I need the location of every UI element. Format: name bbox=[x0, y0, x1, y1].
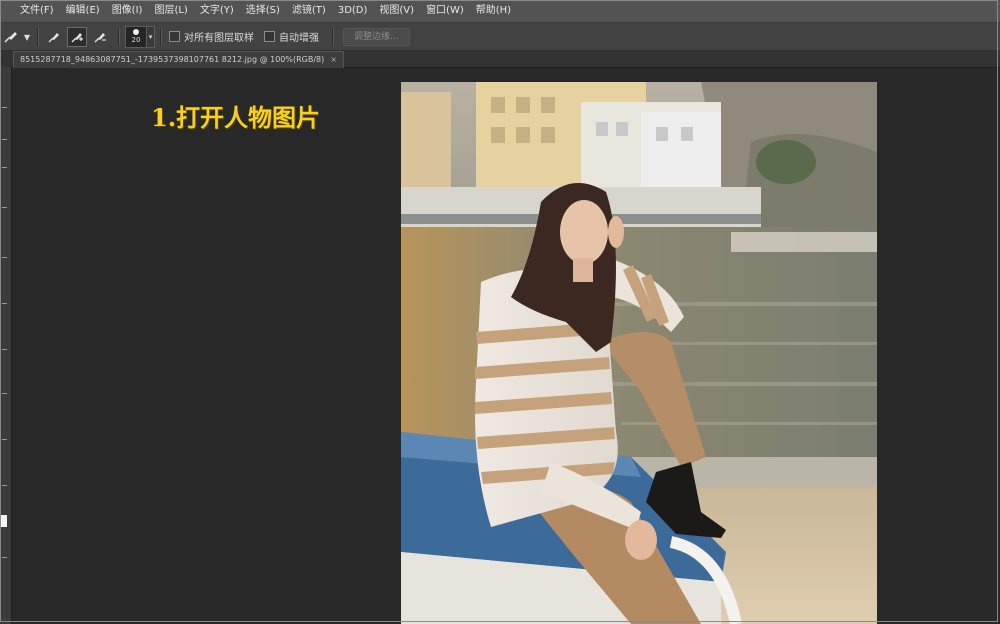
quick-selection-brush-icon[interactable] bbox=[0, 27, 22, 47]
brush-picker-caret-icon[interactable]: ▾ bbox=[147, 25, 155, 48]
menu-help[interactable]: 帮助(H) bbox=[470, 0, 517, 22]
menu-filter[interactable]: 滤镜(T) bbox=[286, 0, 332, 22]
photo-canvas[interactable] bbox=[401, 82, 877, 624]
document-tab[interactable]: 8515287718_94863087751_-1739537398107761… bbox=[13, 51, 344, 68]
document-tab-title: 8515287718_94863087751_-1739537398107761… bbox=[20, 55, 325, 64]
tool-tick bbox=[2, 485, 7, 486]
menu-view[interactable]: 视图(V) bbox=[373, 0, 420, 22]
menu-select[interactable]: 选择(S) bbox=[240, 0, 286, 22]
document-tab-bar: 8515287718_94863087751_-1739537398107761… bbox=[0, 51, 1000, 68]
options-bar: ▾ 20 ▾ 对所有图层取样 自动增强 调整边缘... bbox=[0, 23, 1000, 51]
close-icon[interactable]: × bbox=[330, 52, 337, 68]
tool-tick bbox=[2, 139, 7, 140]
tool-tick bbox=[2, 107, 7, 108]
auto-enhance-checkbox[interactable] bbox=[264, 31, 275, 42]
menu-bar: 文件(F) 编辑(E) 图像(I) 图层(L) 文字(Y) 选择(S) 滤镜(T… bbox=[0, 0, 1000, 23]
tool-tick bbox=[2, 557, 7, 558]
brush-size-picker[interactable]: 20 bbox=[125, 25, 147, 48]
sample-all-layers-checkbox[interactable] bbox=[169, 31, 180, 42]
tool-tick bbox=[2, 393, 7, 394]
tool-tick bbox=[2, 303, 7, 304]
subtract-from-selection-brush-icon[interactable] bbox=[90, 27, 110, 47]
menu-3d[interactable]: 3D(D) bbox=[332, 0, 374, 22]
menu-file[interactable]: 文件(F) bbox=[14, 0, 60, 22]
add-to-selection-brush-icon[interactable] bbox=[67, 26, 87, 47]
tool-tick bbox=[2, 257, 7, 258]
app-corner bbox=[0, 0, 14, 22]
menu-layer[interactable]: 图层(L) bbox=[148, 0, 193, 22]
tool-tick bbox=[2, 439, 7, 440]
brush-size-value: 20 bbox=[131, 36, 141, 44]
foreground-color-swatch[interactable] bbox=[1, 515, 7, 527]
menu-image[interactable]: 图像(I) bbox=[106, 0, 149, 22]
tool-tick bbox=[2, 349, 7, 350]
menu-window[interactable]: 窗口(W) bbox=[420, 0, 470, 22]
tool-tick bbox=[2, 207, 7, 208]
auto-enhance-label: 自动增强 bbox=[279, 33, 319, 44]
refine-edge-button[interactable]: 调整边缘... bbox=[343, 27, 410, 46]
divider bbox=[118, 27, 120, 46]
tools-panel-edge[interactable] bbox=[0, 67, 12, 624]
sample-all-layers-label: 对所有图层取样 bbox=[184, 33, 254, 44]
menu-type[interactable]: 文字(Y) bbox=[194, 0, 240, 22]
tool-preset-caret-icon[interactable]: ▾ bbox=[22, 27, 32, 47]
divider bbox=[37, 27, 39, 46]
divider bbox=[332, 27, 334, 46]
new-selection-brush-icon[interactable] bbox=[44, 27, 64, 47]
portrait-photo bbox=[401, 82, 877, 624]
menu-edit[interactable]: 编辑(E) bbox=[60, 0, 106, 22]
divider bbox=[160, 27, 162, 46]
brush-tip-icon bbox=[133, 29, 139, 35]
step-annotation: 1.打开人物图片 bbox=[151, 103, 321, 132]
tool-tick bbox=[2, 167, 7, 168]
